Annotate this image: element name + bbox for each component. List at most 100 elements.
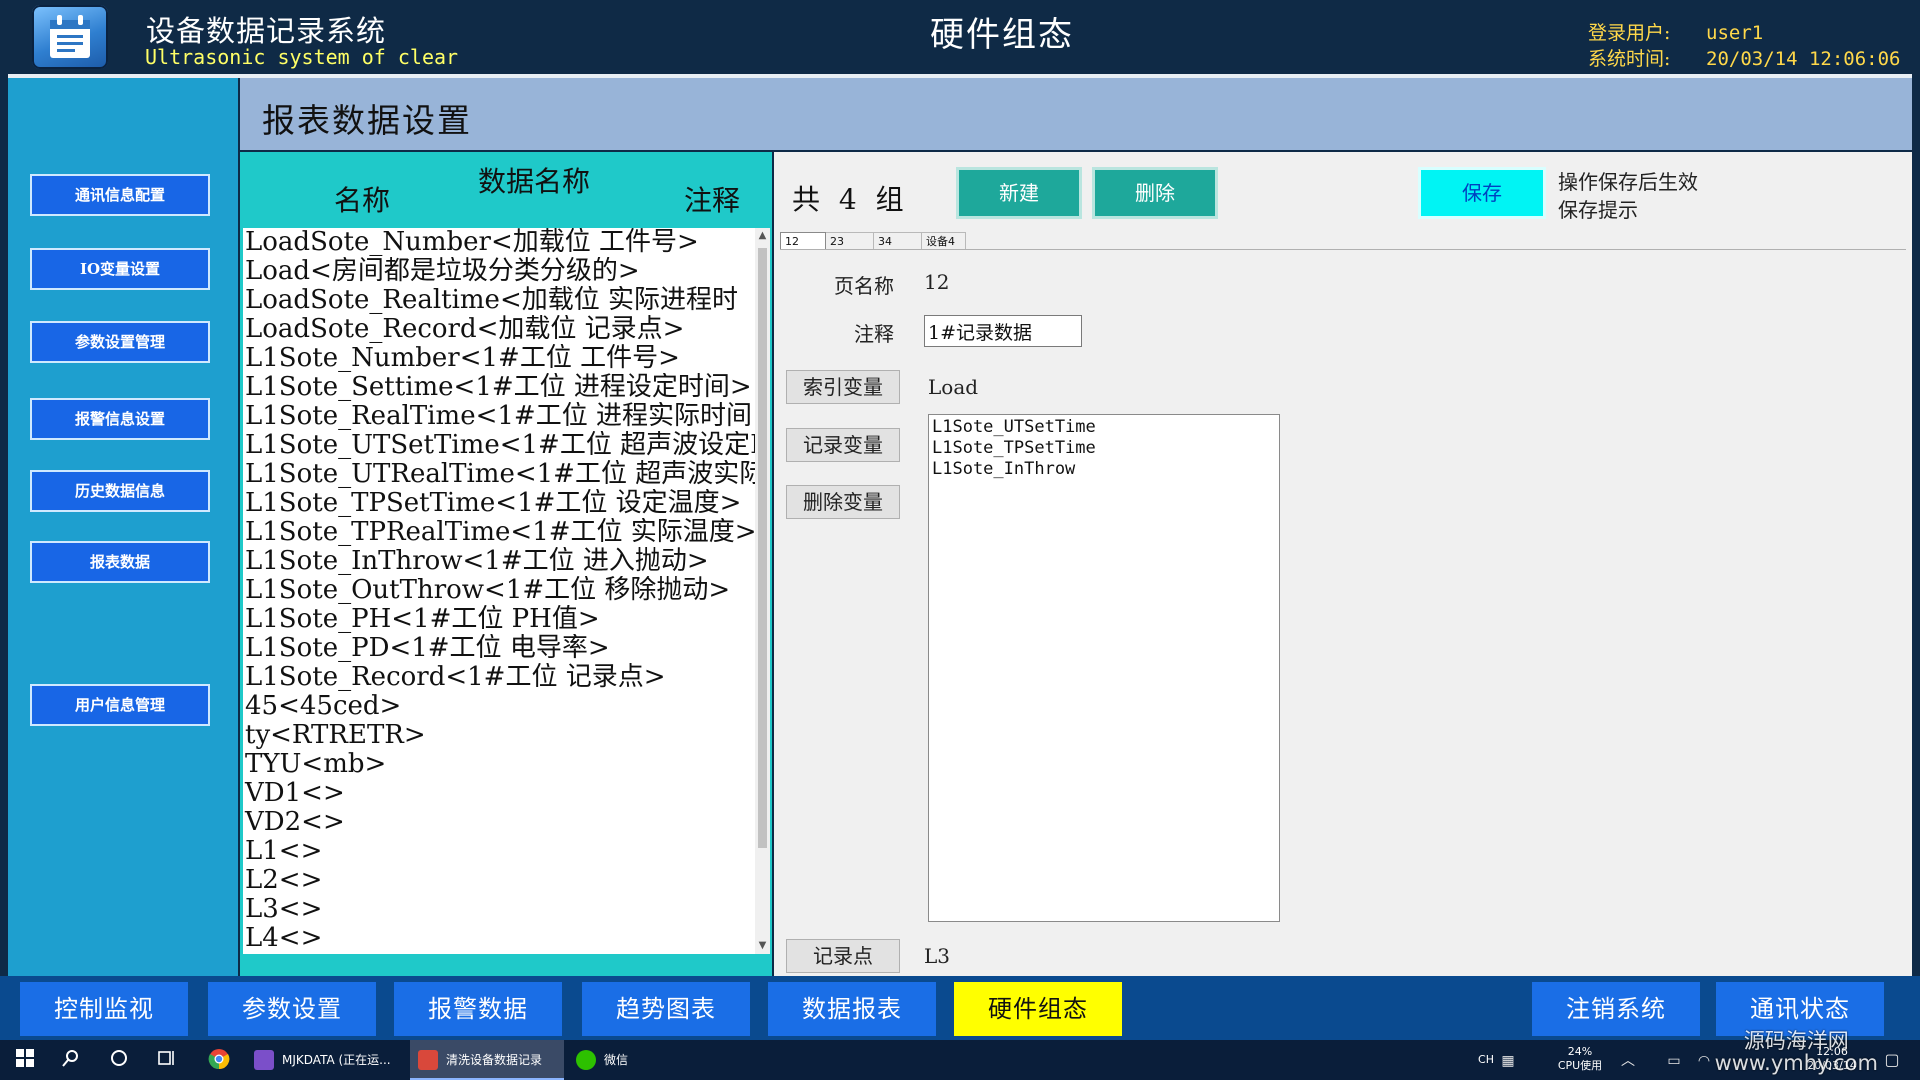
sidebar-item-param-manage[interactable]: 参数设置管理 bbox=[30, 321, 210, 363]
taskbar-app-data-recorder[interactable]: 清洗设备数据记录 bbox=[410, 1040, 564, 1080]
list-item[interactable]: L3<> bbox=[243, 895, 755, 924]
ime-grid-icon[interactable]: ▦ bbox=[1498, 1049, 1518, 1073]
watermark: 源码海洋网 www.ymhy.com bbox=[1715, 1030, 1878, 1074]
list-item[interactable]: LoadSote_Record<加载位 记录点> bbox=[243, 315, 755, 344]
tab-12[interactable]: 12 bbox=[780, 232, 826, 250]
nav-logout[interactable]: 注销系统 bbox=[1532, 982, 1700, 1036]
variable-list-scrollbar[interactable]: ▲ ▼ bbox=[755, 228, 770, 954]
delete-variable-button[interactable]: 删除变量 bbox=[786, 485, 900, 519]
group-count-suffix: 组 bbox=[875, 183, 904, 216]
taskbar-app-vs[interactable]: MJKDATA (正在运... bbox=[246, 1040, 406, 1080]
chevron-up-icon[interactable]: ︿ bbox=[1620, 1049, 1636, 1073]
list-item[interactable]: L1Sote_PD<1#工位 电导率> bbox=[243, 634, 755, 663]
tab-device4[interactable]: 设备4 bbox=[922, 232, 966, 249]
page-name-value: 12 bbox=[924, 270, 950, 294]
save-button[interactable]: 保存 bbox=[1418, 167, 1546, 219]
group-count: 共 4 组 bbox=[792, 178, 904, 218]
list-item[interactable]: L1Sote_Record<1#工位 记录点> bbox=[243, 663, 755, 692]
list-item[interactable]: L1Sote_InThrow bbox=[932, 459, 1276, 480]
task-view-icon[interactable] bbox=[154, 1048, 180, 1072]
list-item[interactable]: L1Sote_InThrow<1#工位 进入抛动> bbox=[243, 547, 755, 576]
report-config-panel: 共 4 组 新建 删除 保存 操作保存后生效 保存提示 12 23 34 设备4… bbox=[774, 152, 1912, 976]
list-item[interactable]: Load<房间都是垃圾分类分级的> bbox=[243, 257, 755, 286]
nav-alarm-data[interactable]: 报警数据 bbox=[394, 982, 562, 1036]
search-icon[interactable] bbox=[58, 1048, 84, 1072]
variable-list-panel: 数据名称 名称 注释 LoadSote_Number<加载位 工件号> Load… bbox=[240, 152, 772, 976]
list-item[interactable]: L1Sote_UTSetTime<1#工位 超声波设定I bbox=[243, 431, 755, 460]
scroll-down-icon[interactable]: ▼ bbox=[755, 938, 770, 954]
nav-control-monitor[interactable]: 控制监视 bbox=[20, 982, 188, 1036]
record-point-value: L3 bbox=[924, 944, 951, 968]
system-time-info: 系统时间: 20/03/14 12:06:06 bbox=[1588, 44, 1900, 71]
list-item[interactable]: L1Sote_Settime<1#工位 进程设定时间> bbox=[243, 373, 755, 402]
nav-param-settings[interactable]: 参数设置 bbox=[208, 982, 376, 1036]
notification-icon[interactable]: ▢ bbox=[1880, 1048, 1904, 1072]
wechat-icon bbox=[576, 1050, 596, 1070]
nav-comm-status[interactable]: 通讯状态 bbox=[1716, 982, 1884, 1036]
list-item[interactable]: L1Sote_RealTime<1#工位 进程实际时间 bbox=[243, 402, 755, 431]
record-point-button[interactable]: 记录点 bbox=[786, 939, 900, 973]
cortana-icon[interactable] bbox=[106, 1048, 132, 1072]
wifi-icon[interactable]: ◠ bbox=[1694, 1049, 1714, 1073]
nav-hardware-config[interactable]: 硬件组态 bbox=[954, 982, 1122, 1036]
sidebar-item-report-data[interactable]: 报表数据 bbox=[30, 541, 210, 583]
list-item[interactable]: L1Sote_OutThrow<1#工位 移除抛动> bbox=[243, 576, 755, 605]
login-user-label: 登录用户: bbox=[1588, 22, 1671, 44]
list-item[interactable]: ty<RTRETR> bbox=[243, 721, 755, 750]
sidebar-item-comm-config[interactable]: 通讯信息配置 bbox=[30, 174, 210, 216]
note-input[interactable] bbox=[924, 315, 1082, 347]
column-header-note: 注释 bbox=[684, 184, 741, 217]
page-name-label: 页名称 bbox=[834, 274, 894, 298]
cpu-usage-label: CPU使用 bbox=[1557, 1059, 1603, 1072]
chrome-icon[interactable] bbox=[204, 1048, 234, 1075]
sidebar-item-io-vars[interactable]: IO变量设置 bbox=[30, 248, 210, 290]
windows-start-icon[interactable] bbox=[12, 1048, 38, 1072]
sidebar: 通讯信息配置 IO变量设置 参数设置管理 报警信息设置 历史数据信息 报表数据 … bbox=[8, 78, 238, 976]
index-variable-button[interactable]: 索引变量 bbox=[786, 370, 900, 404]
taskbar-app-label: 清洗设备数据记录 bbox=[446, 1053, 543, 1067]
nav-data-report[interactable]: 数据报表 bbox=[768, 982, 936, 1036]
sidebar-item-history-data[interactable]: 历史数据信息 bbox=[30, 470, 210, 512]
list-item[interactable]: L1Sote_UTSetTime bbox=[932, 417, 1276, 438]
save-hint-label: 保存提示 bbox=[1558, 198, 1638, 222]
scrollbar-thumb[interactable] bbox=[758, 248, 767, 848]
record-variable-button[interactable]: 记录变量 bbox=[786, 428, 900, 462]
delete-group-button[interactable]: 删除 bbox=[1092, 167, 1218, 219]
sidebar-item-user-manage[interactable]: 用户信息管理 bbox=[30, 684, 210, 726]
column-header-data-name: 数据名称 bbox=[478, 165, 591, 198]
tab-23[interactable]: 23 bbox=[826, 232, 874, 249]
list-item[interactable]: 45<45ced> bbox=[243, 692, 755, 721]
watermark-line2: www.ymhy.com bbox=[1714, 1051, 1878, 1075]
login-user-value: user1 bbox=[1706, 22, 1764, 44]
group-count-prefix: 共 bbox=[792, 183, 821, 216]
section-header: 报表数据设置 bbox=[240, 78, 1912, 150]
new-group-button[interactable]: 新建 bbox=[956, 167, 1082, 219]
system-subtitle: Ultrasonic system of clear bbox=[145, 45, 459, 69]
title-bar: 设备数据记录系统 Ultrasonic system of clear 硬件组态… bbox=[0, 0, 1920, 78]
list-item[interactable]: L1<> bbox=[243, 837, 755, 866]
list-item[interactable]: L1Sote_Number<1#工位 工件号> bbox=[243, 344, 755, 373]
sidebar-item-alarm-settings[interactable]: 报警信息设置 bbox=[30, 398, 210, 440]
list-item[interactable]: L4<> bbox=[243, 924, 755, 953]
list-item[interactable]: VD2<> bbox=[243, 808, 755, 837]
list-item[interactable]: L1Sote_TPSetTime<1#工位 设定温度> bbox=[243, 489, 755, 518]
list-item[interactable]: L1Sote_UTRealTime<1#工位 超声波实际 bbox=[243, 460, 755, 489]
list-item[interactable]: LoadSote_Realtime<加载位 实际进程时 bbox=[243, 286, 755, 315]
taskbar-app-wechat[interactable]: 微信 bbox=[568, 1040, 720, 1080]
scroll-up-icon[interactable]: ▲ bbox=[755, 228, 770, 244]
list-item[interactable]: L1Sote_TPSetTime bbox=[932, 438, 1276, 459]
list-item[interactable]: L2<> bbox=[243, 866, 755, 895]
save-hint-text: 操作保存后生效 bbox=[1558, 170, 1698, 194]
record-variable-list[interactable]: L1Sote_UTSetTime L1Sote_TPSetTime L1Sote… bbox=[928, 414, 1280, 922]
system-time-value: 20/03/14 12:06:06 bbox=[1706, 48, 1901, 70]
tab-34[interactable]: 34 bbox=[874, 232, 922, 249]
list-item[interactable]: VD1<> bbox=[243, 779, 755, 808]
list-item[interactable]: L1Sote_PH<1#工位 PH值> bbox=[243, 605, 755, 634]
list-item[interactable]: LoadSote_Number<加载位 工件号> bbox=[243, 228, 755, 257]
variable-list[interactable]: LoadSote_Number<加载位 工件号> Load<房间都是垃圾分类分级… bbox=[243, 228, 755, 954]
nav-trend-chart[interactable]: 趋势图表 bbox=[582, 982, 750, 1036]
ime-indicator[interactable]: CH bbox=[1474, 1053, 1498, 1067]
list-item[interactable]: TYU<mb> bbox=[243, 750, 755, 779]
list-item[interactable]: L1Sote_TPRealTime<1#工位 实际温度> bbox=[243, 518, 755, 547]
battery-icon[interactable]: ▭ bbox=[1664, 1049, 1684, 1073]
